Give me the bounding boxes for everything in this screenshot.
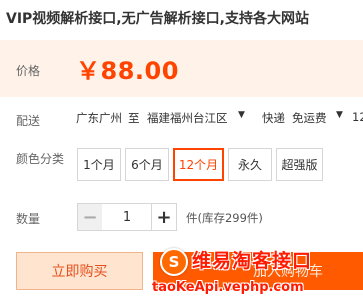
shipping-destination[interactable]: 福建福州台江区 — [147, 110, 228, 126]
price-value: ￥88.00 — [76, 57, 179, 85]
watermark-url: taoKeApi.vephp.com — [152, 280, 304, 295]
shipping-origin: 广东广州 — [76, 111, 122, 125]
option-permanent[interactable]: 永久 — [228, 148, 272, 181]
shipping-extra: 12 — [352, 110, 363, 124]
quantity-increment-button[interactable]: + — [151, 203, 177, 231]
option-12-months[interactable]: 12个月 — [173, 148, 224, 181]
shipping-fee: 免运费 — [292, 111, 327, 125]
option-super[interactable]: 超强版 — [276, 148, 323, 181]
product-title: VIP视频解析接口,无广告解析接口,支持各大网站 — [6, 11, 309, 27]
quantity-label: 数量 — [16, 212, 41, 226]
shipping-row: 广东广州 至 福建福州台江区 ▼ 快递 免运费 ▼ 12 — [0, 110, 363, 130]
watermark-title: 维易淘客接口 — [192, 250, 313, 272]
option-6-months[interactable]: 6个月 — [125, 148, 169, 181]
price-label: 价格 — [16, 64, 41, 78]
chevron-down-icon[interactable]: ▼ — [336, 110, 343, 120]
quantity-decrement-button[interactable]: − — [77, 203, 103, 231]
option-1-month[interactable]: 1个月 — [77, 148, 121, 181]
shipping-to: 至 — [128, 111, 140, 125]
chevron-down-icon[interactable]: ▼ — [238, 110, 245, 120]
price-panel: 价格 ￥88.00 — [0, 40, 363, 97]
stock-info: 件(库存299件) — [186, 211, 263, 225]
shipping-method: 快递 — [262, 111, 285, 125]
quantity-input[interactable] — [102, 203, 152, 231]
color-label: 颜色分类 — [16, 152, 65, 166]
buy-now-button[interactable]: 立即购买 — [16, 252, 143, 290]
logo-icon: S — [160, 248, 188, 276]
